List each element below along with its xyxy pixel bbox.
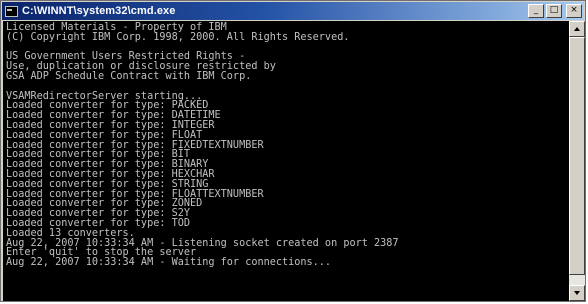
scroll-down-button[interactable]: [569, 285, 585, 301]
console-output[interactable]: Licensed Materials - Property of IBM (C) …: [3, 21, 569, 301]
console-line: Aug 22, 2007 10:33:34 AM - Waiting for c…: [6, 257, 332, 269]
cmd-window: C:\WINNT\system32\cmd.exe _ □ × Licensed…: [0, 0, 586, 302]
window-title: C:\WINNT\system32\cmd.exe: [22, 5, 176, 17]
scroll-thumb[interactable]: [569, 37, 585, 275]
console-line: GSA ADP Schedule Contract with IBM Corp.: [6, 70, 252, 82]
minimize-button[interactable]: _: [528, 4, 544, 18]
maximize-button[interactable]: □: [546, 4, 562, 18]
window-controls: _ □ ×: [528, 4, 582, 18]
close-button[interactable]: ×: [566, 4, 582, 18]
arrow-down-icon: [574, 291, 580, 295]
console-line: (C) Copyright IBM Corp. 1998, 2000. All …: [6, 31, 350, 43]
arrow-up-icon: [574, 27, 580, 31]
scroll-up-button[interactable]: [569, 21, 585, 37]
vertical-scrollbar[interactable]: [569, 21, 585, 301]
console-app-icon[interactable]: [5, 5, 18, 17]
title-bar[interactable]: C:\WINNT\system32\cmd.exe _ □ ×: [2, 2, 584, 20]
console-text: Licensed Materials - Property of IBM (C) …: [3, 21, 569, 268]
